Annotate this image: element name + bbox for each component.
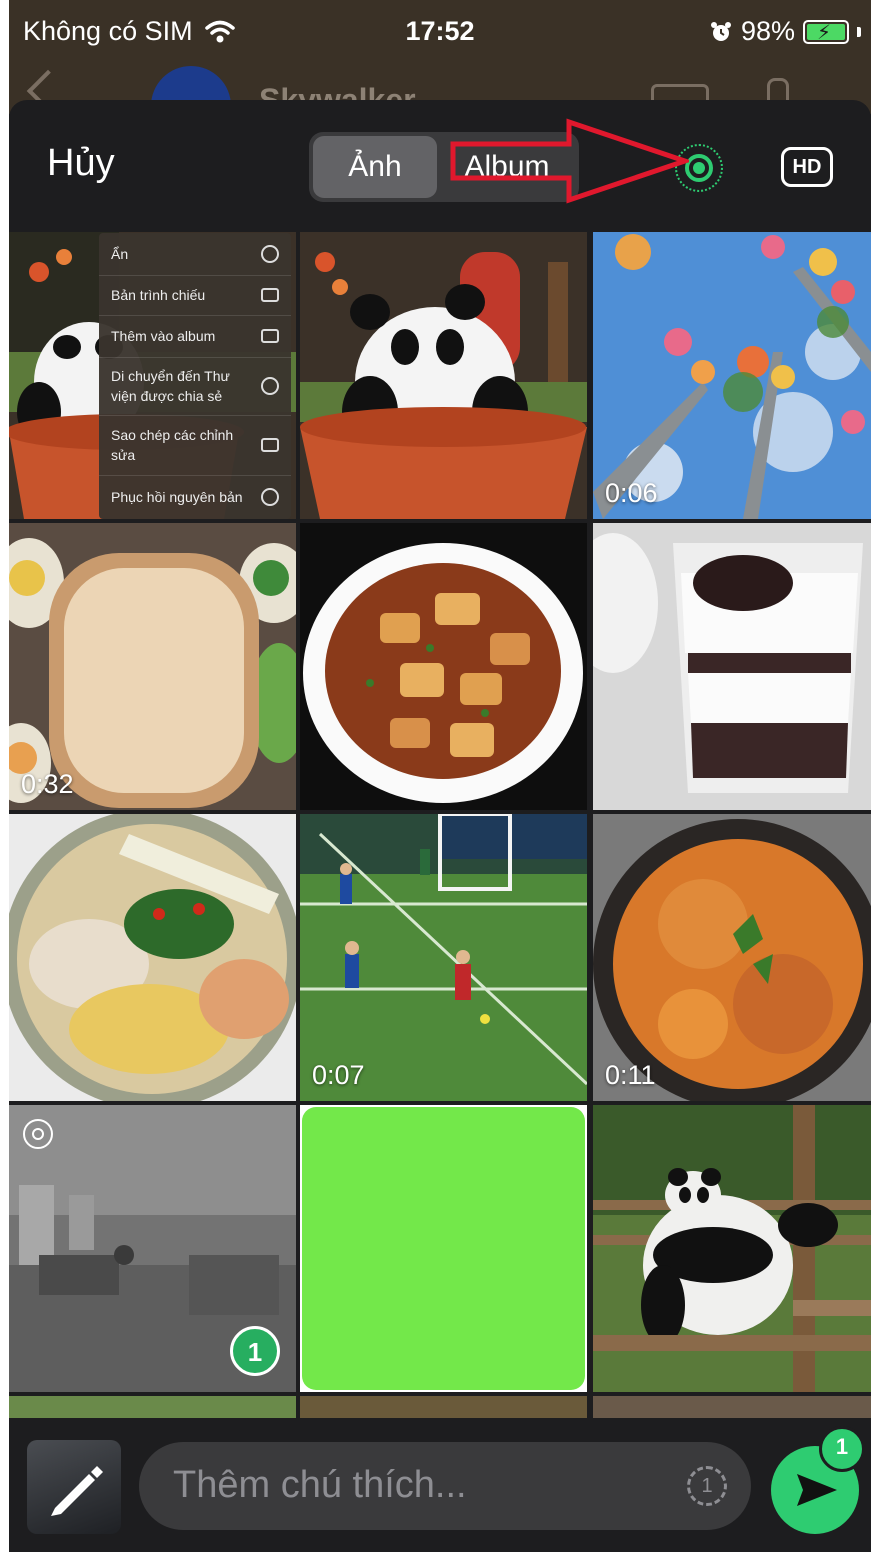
video-duration: 0:06 bbox=[605, 478, 658, 508]
battery-percent: 98% bbox=[740, 16, 795, 46]
timer-icon[interactable]: 1 bbox=[687, 1466, 727, 1506]
context-menu: Ẩn Bản trình chiếu Thêm vào album Di chu… bbox=[99, 233, 291, 519]
edit-photo-button[interactable] bbox=[27, 1440, 121, 1534]
green-screen-photo bbox=[300, 1105, 587, 1392]
play-icon bbox=[261, 288, 279, 302]
picker-header: Hủy Ảnh Album HD bbox=[9, 100, 871, 230]
panda-outdoor-photo bbox=[593, 1105, 871, 1392]
pencil-icon bbox=[51, 1466, 103, 1516]
selection-badge[interactable]: 1 bbox=[230, 1326, 280, 1376]
revert-icon bbox=[261, 488, 279, 506]
photo-cell[interactable]: 0:32 bbox=[9, 523, 296, 810]
bento-box-photo bbox=[9, 523, 296, 810]
photo-cell[interactable] bbox=[300, 1105, 587, 1392]
menu-item-slideshow[interactable]: Bản trình chiếu bbox=[99, 275, 291, 316]
flower-sky-photo bbox=[593, 232, 871, 519]
video-duration: 0:07 bbox=[312, 1060, 365, 1090]
photo-cell[interactable] bbox=[593, 1105, 871, 1392]
status-bar: Không có SIM 17:52 98% ⚡ bbox=[9, 0, 871, 64]
football-photo bbox=[300, 814, 587, 1101]
photo-cell[interactable] bbox=[300, 523, 587, 810]
photo-cell[interactable]: 0:07 bbox=[300, 814, 587, 1101]
photo-cell[interactable] bbox=[593, 523, 871, 810]
people-icon bbox=[261, 377, 279, 395]
panda-photo bbox=[300, 232, 587, 519]
send-button[interactable]: 1 bbox=[771, 1426, 865, 1534]
cancel-button[interactable]: Hủy bbox=[47, 142, 115, 185]
photo-cell[interactable]: 1 bbox=[9, 1105, 296, 1392]
menu-item-hide[interactable]: Ẩn bbox=[99, 233, 291, 276]
photo-cell[interactable] bbox=[300, 232, 587, 519]
send-count-badge: 1 bbox=[819, 1426, 865, 1472]
composer-bar: Thêm chú thích... 1 1 bbox=[9, 1418, 871, 1552]
caption-placeholder: Thêm chú thích... bbox=[173, 1464, 467, 1506]
menu-item-revert[interactable]: Phục hồi nguyên bản bbox=[99, 475, 291, 519]
noodle-salad-photo bbox=[9, 814, 296, 1101]
photo-cell[interactable]: 0:11 bbox=[593, 814, 871, 1101]
video-duration: 0:32 bbox=[21, 769, 74, 799]
eye-icon bbox=[261, 245, 279, 263]
red-arrow-annotation bbox=[450, 118, 689, 204]
hd-button[interactable]: HD bbox=[781, 147, 833, 187]
caption-input[interactable]: Thêm chú thích... 1 bbox=[139, 1442, 751, 1530]
mapo-tofu-photo bbox=[300, 523, 587, 810]
photo-cell[interactable] bbox=[9, 814, 296, 1101]
battery-icon: ⚡ bbox=[803, 19, 849, 44]
menu-item-copy-edits[interactable]: Sao chép các chỉnh sửa bbox=[99, 415, 291, 476]
live-photo-badge bbox=[23, 1119, 53, 1149]
add-album-icon bbox=[261, 329, 279, 343]
tab-photos[interactable]: Ảnh bbox=[313, 136, 437, 198]
alarm-icon bbox=[710, 21, 731, 41]
dessert-photo bbox=[593, 523, 871, 810]
copy-icon bbox=[261, 438, 279, 452]
photo-picker-sheet: Hủy Ảnh Album HD 0:06 0:32 0:07 0:11 1 Ẩ… bbox=[9, 100, 871, 1552]
phone-screen: Không có SIM 17:52 98% ⚡ Hủy Ảnh Album H… bbox=[9, 0, 871, 1552]
menu-item-add-to-album[interactable]: Thêm vào album bbox=[99, 315, 291, 358]
video-duration: 0:11 bbox=[605, 1060, 656, 1090]
fried-noodles-photo bbox=[593, 814, 871, 1101]
photo-cell[interactable]: 0:06 bbox=[593, 232, 871, 519]
menu-item-move-shared-library[interactable]: Di chuyển đến Thư viện được chia sẻ bbox=[99, 357, 291, 416]
